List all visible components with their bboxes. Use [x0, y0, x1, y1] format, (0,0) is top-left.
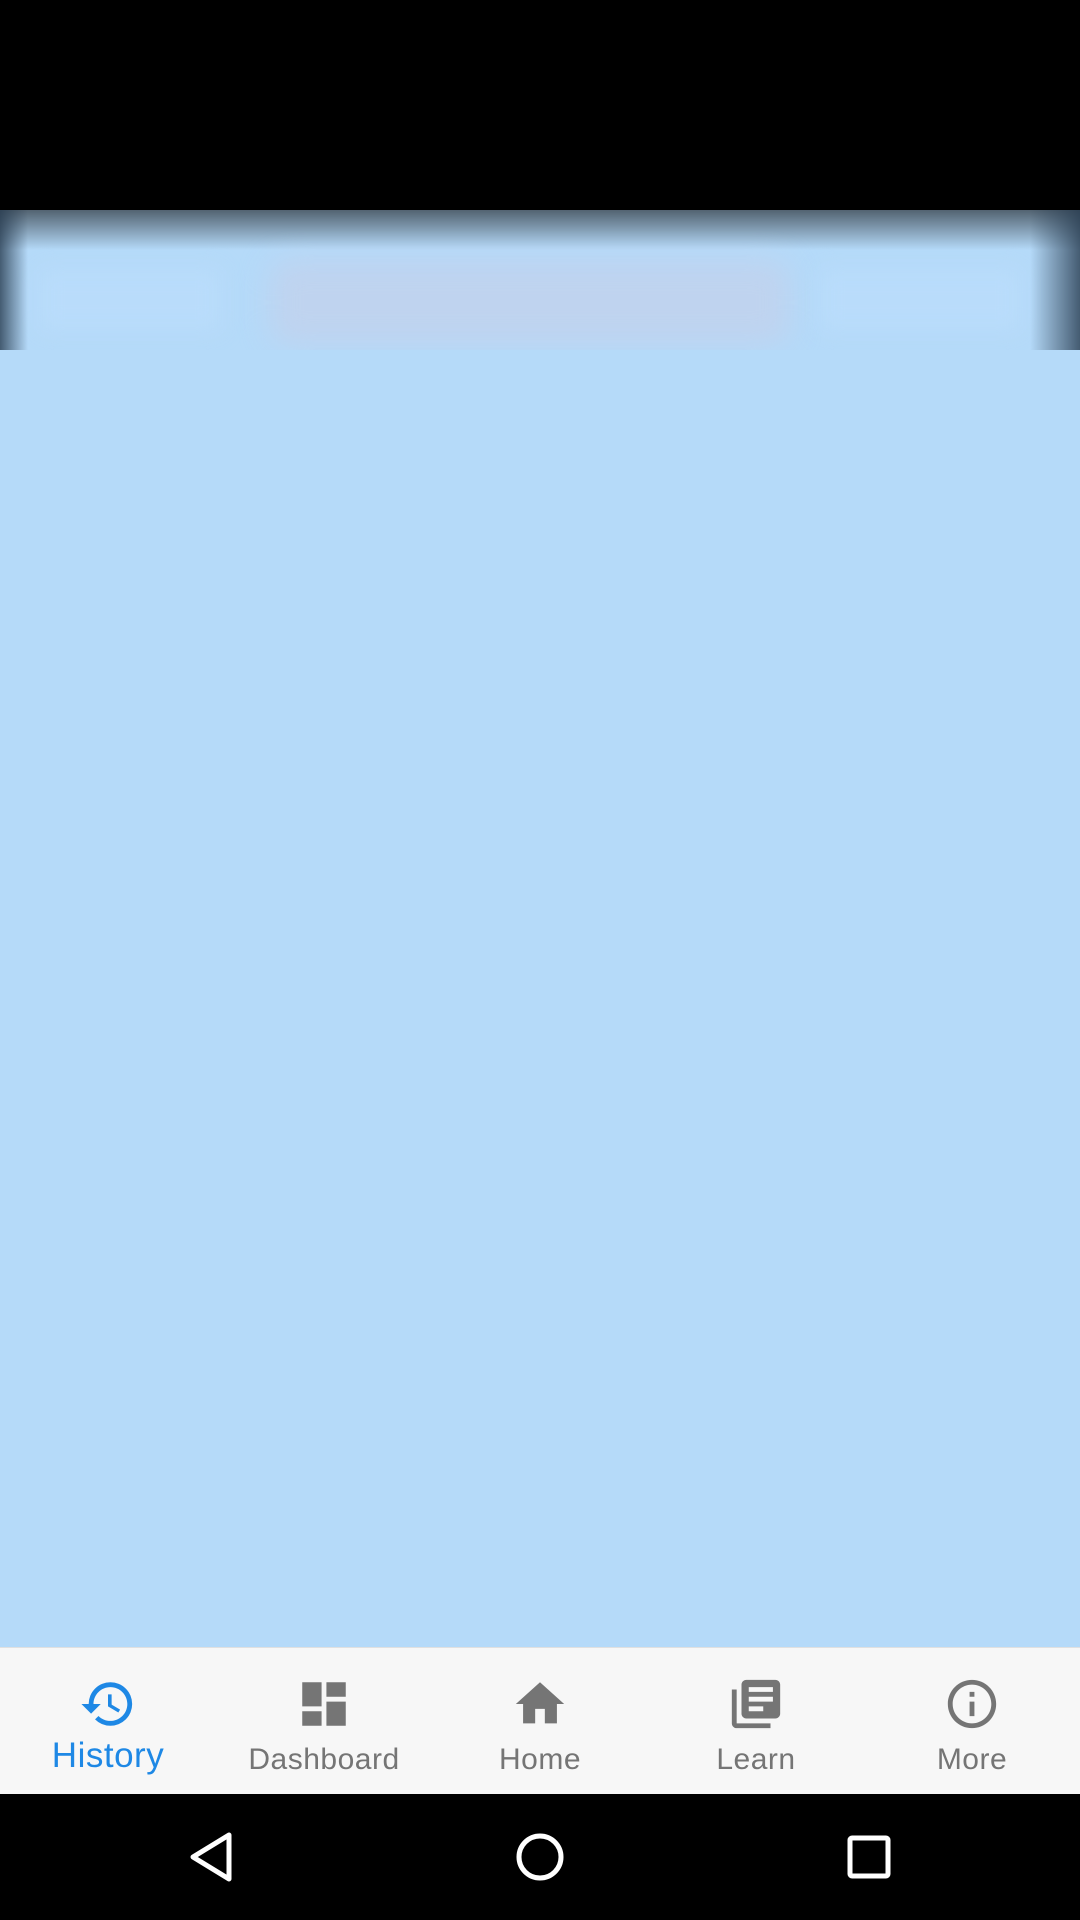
- blurred-header-right: [820, 270, 1020, 330]
- info-icon: [942, 1674, 1002, 1734]
- app-screen: History Dashboard Home Learn More: [0, 0, 1080, 1920]
- nav-label-dashboard: Dashboard: [248, 1743, 400, 1776]
- nav-item-learn[interactable]: Learn: [648, 1648, 864, 1794]
- nav-item-history[interactable]: History: [0, 1648, 216, 1794]
- nav-item-more[interactable]: More: [864, 1648, 1080, 1794]
- system-back-button[interactable]: [180, 1824, 246, 1890]
- blurred-header: [0, 210, 1080, 350]
- blurred-header-title: [270, 260, 790, 345]
- bottom-navigation: History Dashboard Home Learn More: [0, 1647, 1080, 1794]
- blurred-header-left: [40, 270, 220, 330]
- main-content: [0, 210, 1080, 1647]
- library-books-icon: [726, 1674, 786, 1734]
- header-edge-left: [0, 210, 28, 350]
- nav-label-learn: Learn: [716, 1743, 796, 1776]
- dashboard-icon: [294, 1674, 354, 1734]
- nav-item-home[interactable]: Home: [432, 1648, 648, 1794]
- system-recents-button[interactable]: [836, 1824, 902, 1890]
- system-home-button[interactable]: [507, 1824, 573, 1890]
- nav-label-history: History: [51, 1736, 165, 1775]
- home-icon: [510, 1674, 570, 1734]
- header-edge-right: [1030, 210, 1080, 350]
- nav-label-home: Home: [498, 1743, 582, 1776]
- nav-label-more: More: [936, 1743, 1008, 1776]
- header-shadow: [0, 210, 1080, 250]
- history-icon: [78, 1674, 138, 1734]
- nav-item-dashboard[interactable]: Dashboard: [216, 1648, 432, 1794]
- recents-icon: [847, 1835, 891, 1879]
- system-navigation-bar: [0, 1794, 1080, 1920]
- home-circle-icon: [516, 1833, 564, 1881]
- back-icon: [190, 1832, 232, 1882]
- status-bar-area: [0, 0, 1080, 210]
